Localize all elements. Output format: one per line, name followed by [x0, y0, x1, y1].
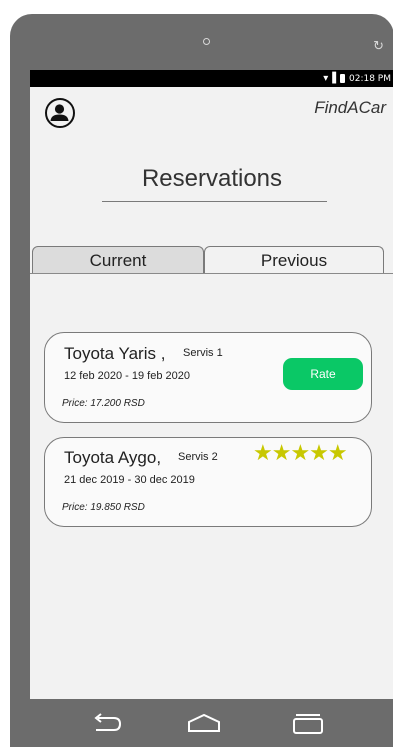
tabs-divider	[30, 273, 393, 274]
phone-top-bezel: ↻	[10, 14, 393, 70]
back-arrow-icon[interactable]	[90, 712, 126, 734]
reservation-tabs: Current Previous	[32, 246, 384, 273]
star-rating: ★★★★★	[253, 441, 348, 466]
tab-current[interactable]: Current	[32, 246, 204, 273]
battery-icon	[340, 74, 345, 83]
tab-previous[interactable]: Previous	[204, 246, 384, 273]
wifi-signal-icon: ▾▐	[323, 72, 336, 84]
user-silhouette-icon	[50, 104, 69, 121]
reservation-price: Price: 17.200 RSD	[62, 398, 145, 409]
title-underline	[102, 201, 327, 202]
phone-frame: ↻ ▾▐ 02:18 PM FindACar Reservations Curr…	[10, 14, 393, 747]
status-time: 02:18 PM	[349, 73, 391, 84]
status-bar: ▾▐ 02:18 PM	[30, 70, 393, 87]
page-title: Reservations	[141, 165, 283, 192]
app-name: FindACar	[314, 98, 386, 117]
car-name: Toyota Yaris ,	[64, 344, 166, 363]
reservation-card[interactable]: Toyota Yaris , Servis 1 12 feb 2020 - 19…	[44, 332, 372, 423]
rate-button[interactable]: Rate	[283, 358, 363, 390]
car-name: Toyota Aygo,	[64, 448, 162, 467]
reservation-card[interactable]: Toyota Aygo, Servis 2 ★★★★★ 21 dec 2019 …	[44, 437, 372, 527]
reservation-dates: 21 dec 2019 - 30 dec 2019	[64, 474, 195, 486]
service-name: Servis 1	[183, 347, 223, 359]
reservation-dates: 12 feb 2020 - 19 feb 2020	[64, 370, 190, 382]
rotate-icon: ↻	[373, 39, 384, 54]
recent-apps-icon[interactable]	[290, 712, 326, 734]
reservation-price: Price: 19.850 RSD	[62, 502, 145, 513]
app-screen: ▾▐ 02:18 PM FindACar Reservations Curren…	[30, 70, 393, 699]
phone-nav-bar	[10, 699, 393, 747]
home-icon[interactable]	[186, 712, 222, 734]
camera-icon	[203, 38, 210, 45]
service-name: Servis 2	[178, 451, 218, 463]
user-avatar-icon[interactable]	[45, 98, 75, 128]
